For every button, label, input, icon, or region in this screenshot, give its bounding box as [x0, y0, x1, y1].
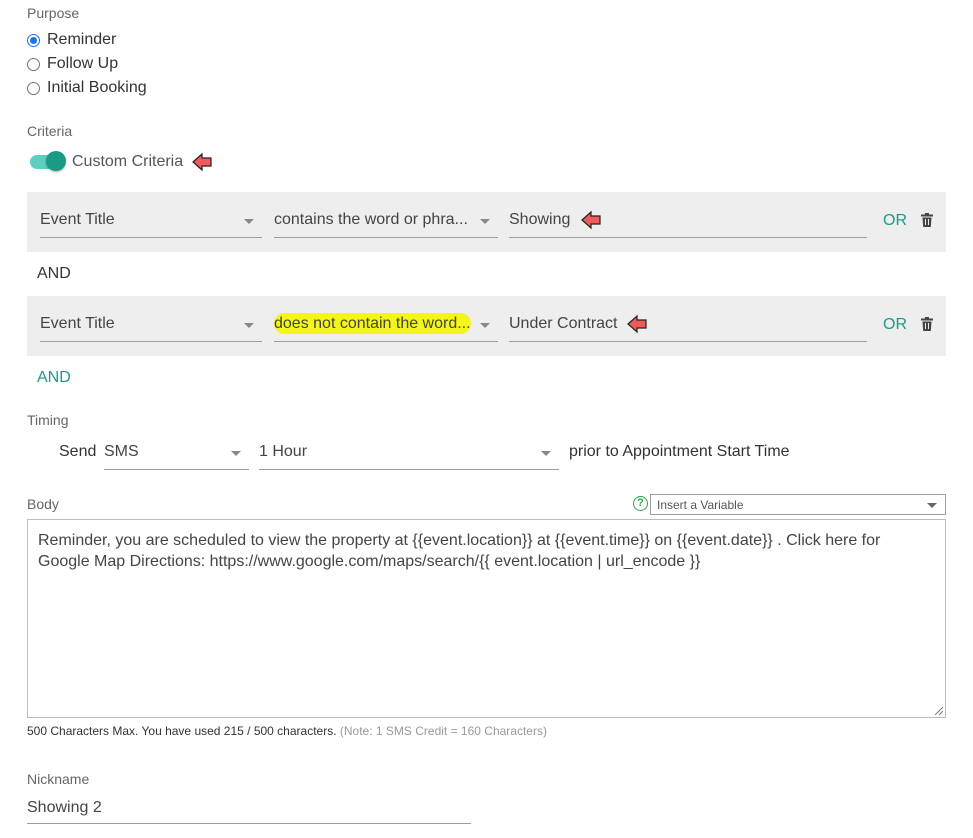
body-text: Reminder, you are scheduled to view the …	[38, 532, 881, 570]
red-arrow-icon	[626, 314, 647, 334]
channel-select[interactable]: SMS	[104, 438, 249, 470]
or-button[interactable]: OR	[883, 316, 907, 334]
criteria-value-text: Under Contract	[509, 315, 618, 332]
and-separator: AND	[37, 265, 71, 282]
timing-suffix: prior to Appointment Start Time	[569, 443, 790, 460]
custom-criteria-toggle-row: Custom Criteria	[30, 151, 213, 173]
nickname-value: Showing 2	[27, 799, 102, 816]
chevron-down-icon	[927, 503, 937, 508]
char-count: 500 Characters Max. You have used 215 / …	[27, 724, 547, 738]
chevron-down-icon	[480, 219, 490, 224]
criteria-value-input[interactable]: Under Contract	[509, 310, 867, 342]
nickname-label: Nickname	[27, 771, 90, 787]
or-button[interactable]: OR	[883, 212, 907, 230]
operator-select[interactable]: does not contain the word...	[274, 310, 498, 342]
field-select-value: Event Title	[40, 211, 115, 228]
offset-select-value: 1 Hour	[259, 443, 308, 460]
char-count-info: 500 Characters Max. You have used 215 / …	[27, 724, 337, 738]
operator-select-value: does not contain the word...	[274, 313, 471, 334]
radio-label-follow-up: Follow Up	[47, 55, 119, 72]
timing-row: Send SMS 1 Hour prior to Appointment Sta…	[0, 438, 973, 470]
field-select-value: Event Title	[40, 315, 115, 332]
add-and-button[interactable]: AND	[37, 369, 71, 387]
trash-icon[interactable]	[921, 213, 933, 227]
offset-select[interactable]: 1 Hour	[259, 438, 559, 470]
body-label: Body	[27, 496, 59, 512]
radio-label-initial-booking: Initial Booking	[47, 79, 147, 96]
red-arrow-icon	[581, 210, 601, 230]
trash-icon[interactable]	[921, 317, 933, 331]
radio-initial-booking[interactable]: Initial Booking	[27, 79, 147, 97]
chevron-down-icon	[231, 451, 241, 456]
operator-select[interactable]: contains the word or phra...	[274, 206, 498, 238]
insert-variable-select[interactable]: Insert a Variable	[650, 494, 946, 515]
purpose-label: Purpose	[27, 5, 80, 21]
criteria-rule-1: Event Title contains the word or phra...…	[27, 192, 946, 252]
nickname-input[interactable]: Showing 2	[27, 796, 471, 824]
chevron-down-icon	[244, 323, 254, 328]
channel-select-value: SMS	[104, 443, 139, 460]
red-arrow-icon	[192, 152, 212, 172]
custom-criteria-label: Custom Criteria	[72, 153, 184, 170]
custom-criteria-toggle[interactable]	[30, 151, 66, 171]
chevron-down-icon	[541, 451, 551, 456]
radio-reminder[interactable]: Reminder	[27, 31, 116, 49]
body-textarea[interactable]: Reminder, you are scheduled to view the …	[27, 519, 946, 718]
chevron-down-icon	[480, 323, 490, 328]
chevron-down-icon	[244, 219, 254, 224]
criteria-value-text: Showing	[509, 211, 571, 228]
help-icon[interactable]: ?	[633, 496, 648, 511]
field-select[interactable]: Event Title	[40, 206, 262, 238]
criteria-rule-2: Event Title does not contain the word...…	[27, 296, 946, 356]
criteria-label: Criteria	[27, 123, 73, 139]
timing-label: Timing	[27, 412, 69, 428]
radio-button[interactable]	[27, 57, 40, 71]
radio-label-reminder: Reminder	[47, 31, 117, 48]
radio-button[interactable]	[27, 81, 40, 95]
radio-button-checked[interactable]	[27, 33, 40, 47]
operator-select-value: contains the word or phra...	[274, 211, 468, 228]
resize-handle-icon[interactable]	[934, 706, 943, 715]
radio-follow-up[interactable]: Follow Up	[27, 55, 118, 73]
field-select[interactable]: Event Title	[40, 310, 262, 342]
send-label: Send	[59, 443, 97, 460]
insert-variable-value: Insert a Variable	[657, 498, 744, 512]
criteria-value-input[interactable]: Showing	[509, 206, 867, 238]
char-count-note: (Note: 1 SMS Credit = 160 Characters)	[339, 724, 547, 738]
